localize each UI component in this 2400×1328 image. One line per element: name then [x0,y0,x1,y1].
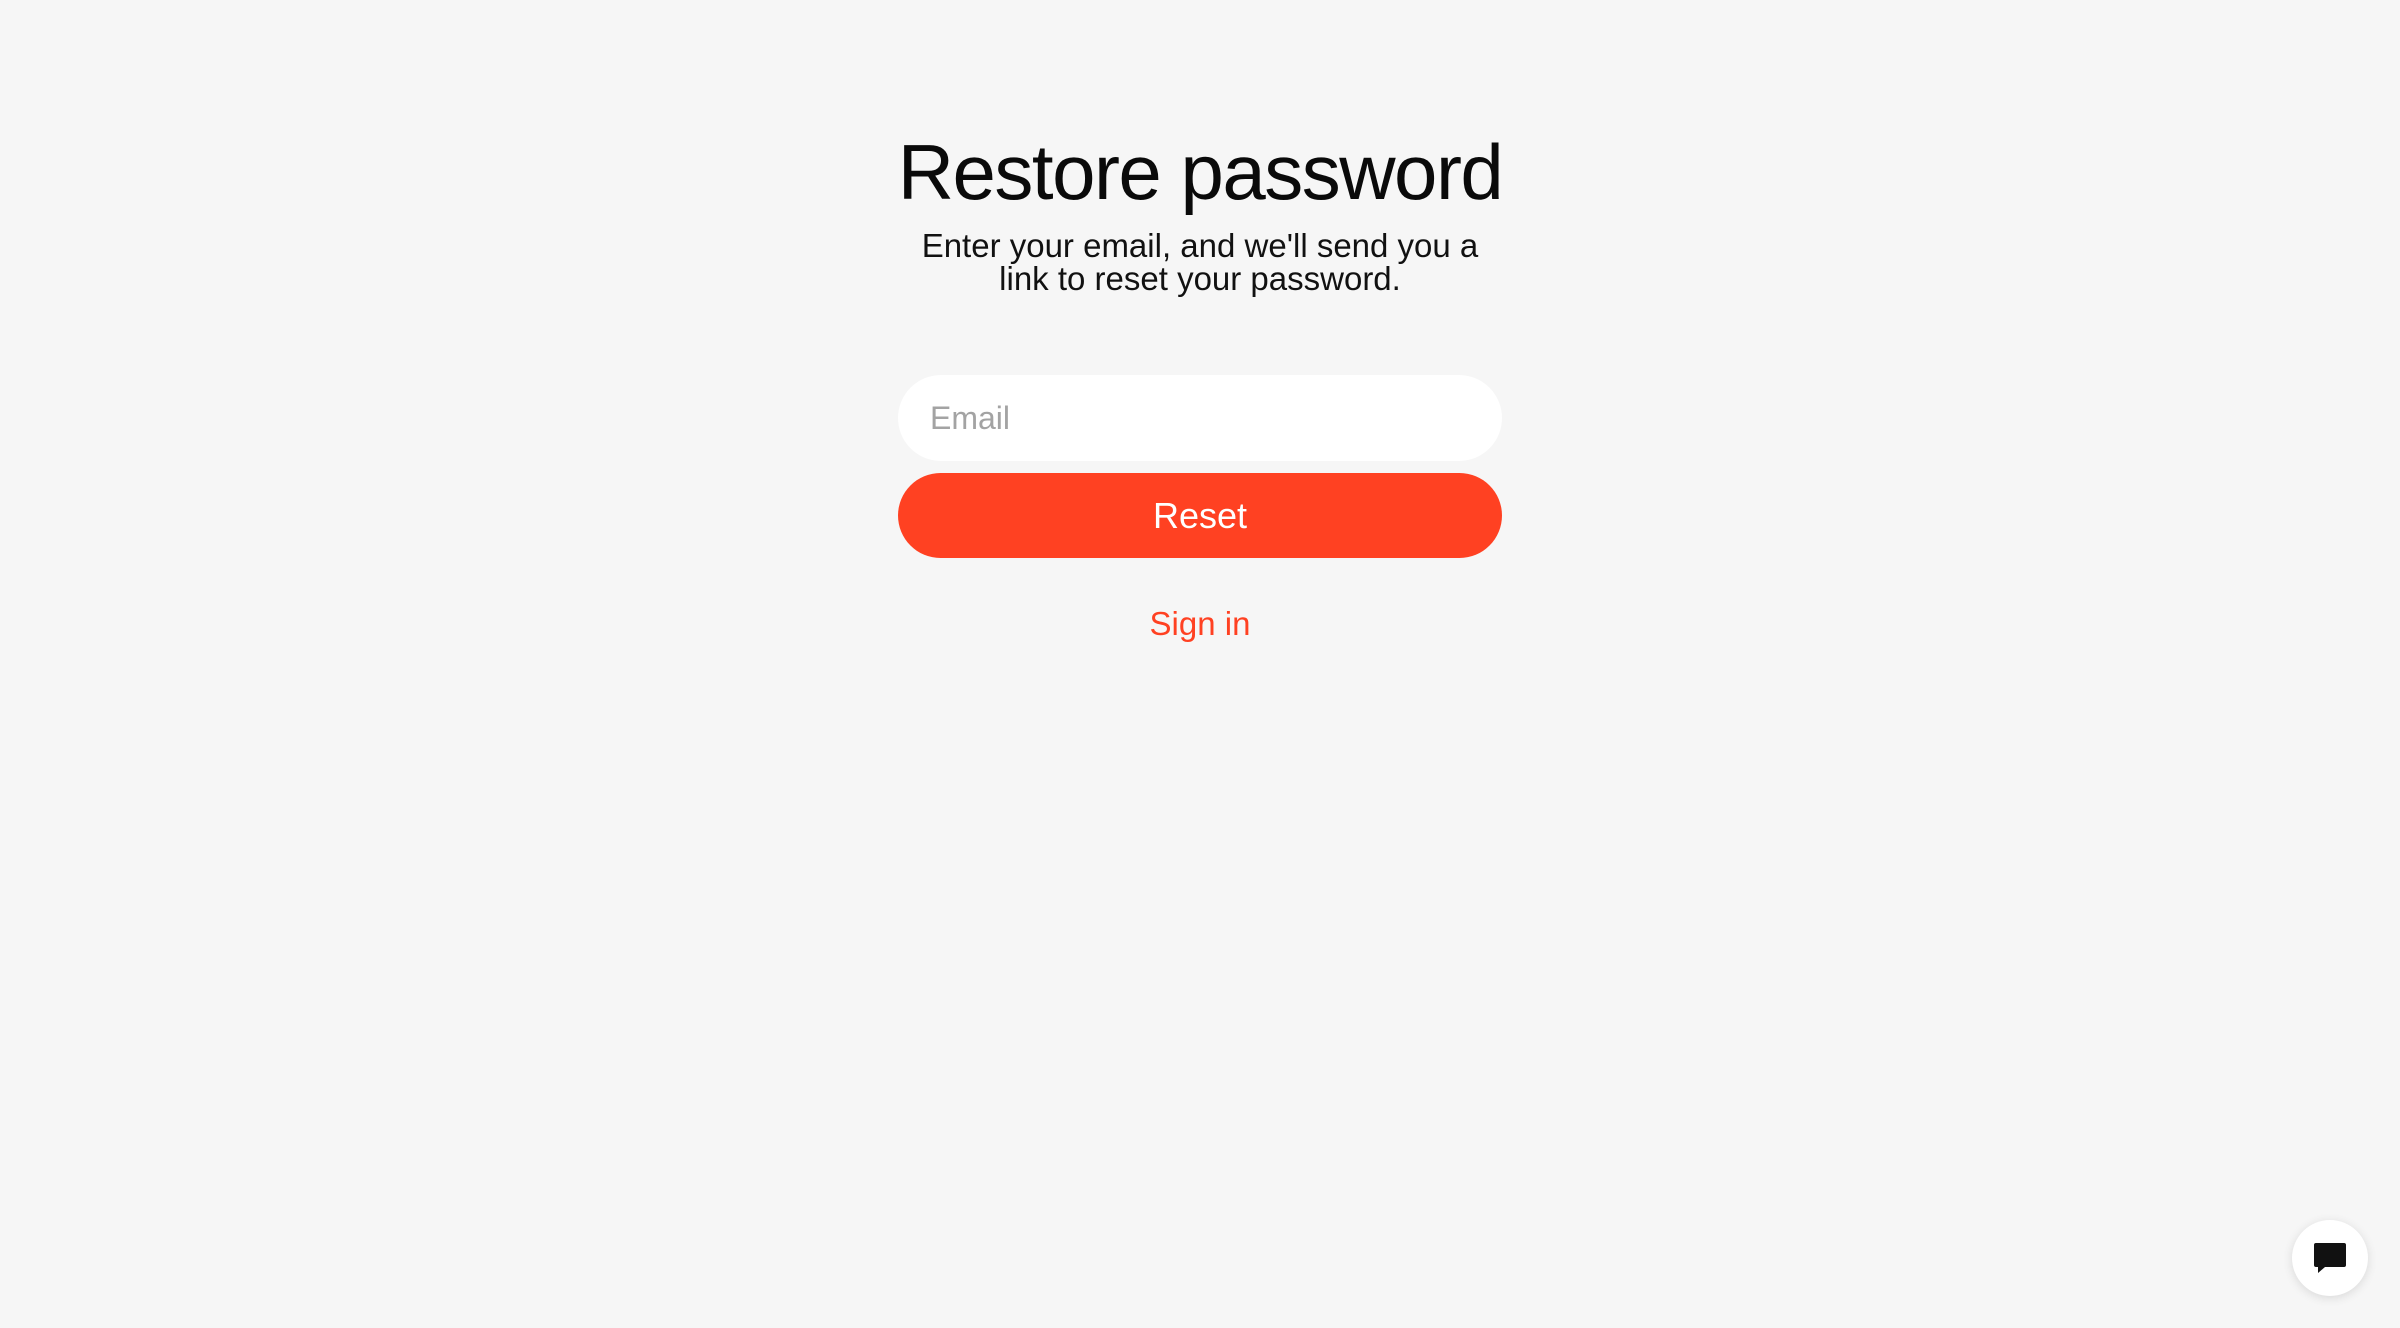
page-title: Restore password [897,128,1504,216]
chat-button[interactable] [2292,1220,2368,1296]
reset-button[interactable]: Reset [898,473,1502,558]
email-field[interactable] [898,375,1502,461]
restore-password-page: Restore password Enter your email, and w… [0,0,2400,1328]
sign-in-link[interactable]: Sign in [0,602,2400,646]
page-subtitle: Enter your email, and we'll send you a l… [921,227,1479,297]
chat-bubble-icon [2314,1243,2346,1273]
